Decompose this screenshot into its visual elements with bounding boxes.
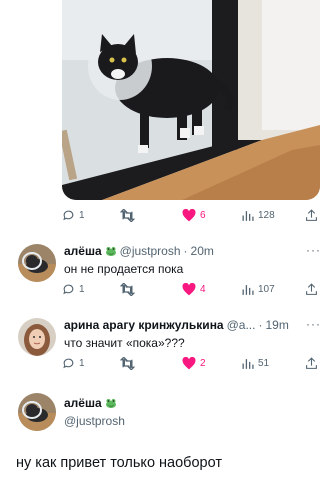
timestamp[interactable]: 20m: [191, 244, 214, 258]
share-button[interactable]: [305, 357, 318, 370]
frog-icon: [105, 399, 116, 408]
user-handle[interactable]: @a...: [227, 318, 256, 332]
like-button[interactable]: 4: [182, 283, 206, 296]
reply-actions: 1 4 107: [62, 283, 324, 299]
heart-filled-icon: [182, 209, 196, 222]
tweet-actions: 1 6 128: [62, 209, 324, 225]
views-count: 51: [258, 358, 270, 369]
avatar[interactable]: [18, 318, 56, 356]
heart-filled-icon: [182, 357, 196, 370]
share-icon: [306, 283, 317, 295]
display-name[interactable]: арина арагу кринжулькина: [64, 318, 224, 332]
separator-dot: ·: [258, 318, 263, 332]
share-icon: [306, 357, 317, 369]
like-count: 2: [200, 358, 206, 369]
retweet-icon: [120, 283, 135, 296]
views-chart-icon: [242, 211, 254, 221]
retweet-icon: [120, 209, 135, 222]
user-handle[interactable]: @justprosh: [120, 244, 181, 258]
share-icon: [306, 209, 317, 221]
author-name: алёша: [64, 396, 117, 410]
like-button[interactable]: 2: [182, 357, 206, 370]
reply-count: 1: [79, 284, 85, 295]
heart-filled-icon: [182, 283, 196, 296]
share-button[interactable]: [305, 209, 318, 222]
retweet-button[interactable]: [120, 283, 135, 296]
reply-header: арина арагу кринжулькина @a... · 19m: [64, 318, 289, 332]
views-button[interactable]: 128: [241, 209, 275, 222]
timestamp[interactable]: 19m: [265, 318, 288, 332]
like-count: 6: [200, 210, 206, 221]
views-button[interactable]: 51: [241, 357, 269, 370]
retweet-button[interactable]: [120, 209, 135, 222]
reply-actions: 1 2 51: [62, 357, 324, 373]
views-button[interactable]: 107: [241, 283, 275, 296]
tweet-text: ну как привет только наоборот: [16, 455, 222, 471]
separator-dot: ·: [183, 244, 188, 258]
reply-icon: [63, 284, 74, 295]
reply-button[interactable]: 1: [62, 209, 85, 222]
views-count: 107: [258, 284, 275, 295]
avatar[interactable]: [18, 244, 56, 282]
views-chart-icon: [242, 359, 254, 369]
retweet-icon: [120, 357, 135, 370]
share-button[interactable]: [305, 283, 318, 296]
reply-text: он не продается пока: [64, 262, 184, 276]
reply-count: 1: [79, 210, 85, 221]
reply-header: алёша @justprosh · 20m: [64, 244, 214, 258]
display-name[interactable]: алёша: [64, 396, 102, 410]
frog-icon: [105, 247, 116, 256]
views-count: 128: [258, 210, 275, 221]
avatar[interactable]: [18, 393, 56, 431]
reply-button[interactable]: 1: [62, 283, 85, 296]
like-button[interactable]: 6: [182, 209, 206, 222]
reply-count: 1: [79, 358, 85, 369]
user-handle[interactable]: @justprosh: [64, 414, 125, 428]
more-options-icon[interactable]: ···: [306, 317, 321, 331]
views-chart-icon: [242, 285, 254, 295]
retweet-button[interactable]: [120, 357, 135, 370]
tweet-photo[interactable]: [62, 0, 320, 200]
reply-icon: [63, 358, 74, 369]
reply-icon: [63, 210, 74, 221]
more-options-icon[interactable]: ···: [306, 243, 321, 257]
display-name[interactable]: алёша: [64, 244, 102, 258]
reply-text: что значит «пока»???: [64, 336, 185, 350]
reply-button[interactable]: 1: [62, 357, 85, 370]
like-count: 4: [200, 284, 206, 295]
